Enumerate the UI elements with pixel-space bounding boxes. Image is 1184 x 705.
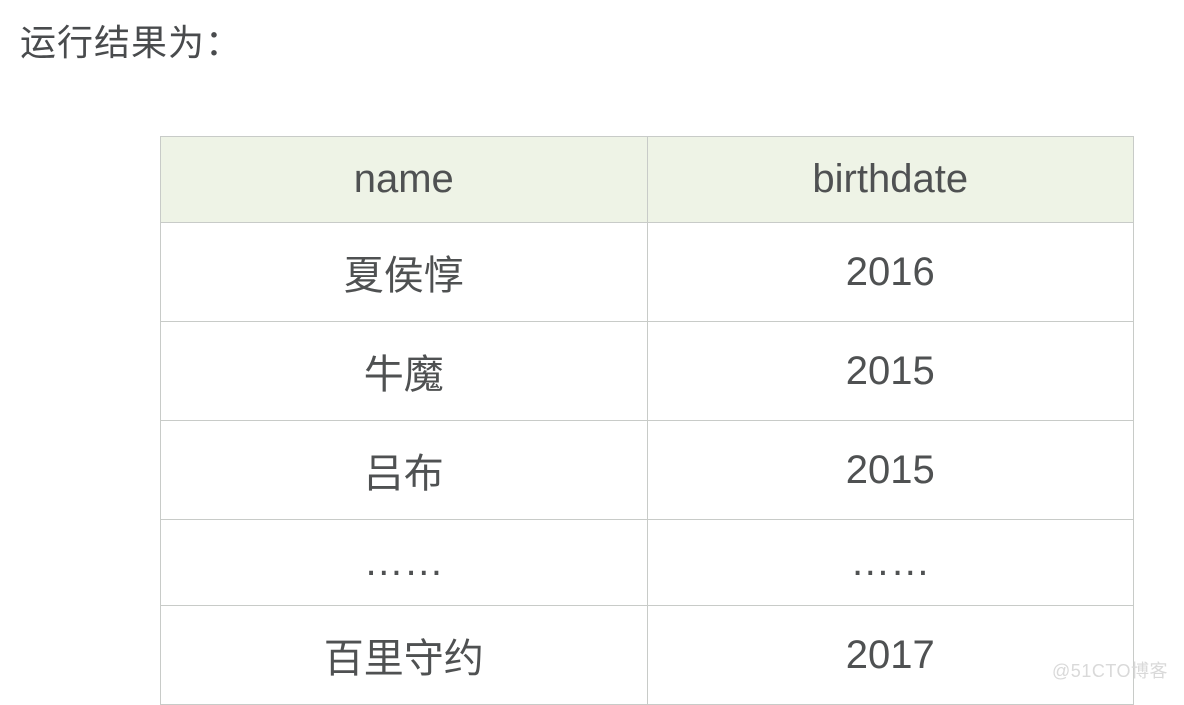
- table-row: 吕布 2015: [161, 421, 1134, 520]
- table-row: 牛魔 2015: [161, 322, 1134, 421]
- intro-text: 运行结果为：: [20, 14, 1164, 66]
- col-header-birthdate: birthdate: [647, 137, 1134, 223]
- table-row: 百里守约 2017: [161, 606, 1134, 705]
- result-table: name birthdate 夏侯惇 2016 牛魔 2015 吕布 2015 …: [160, 136, 1134, 705]
- cell-birthdate: 2016: [647, 223, 1134, 322]
- cell-name: 吕布: [161, 421, 648, 520]
- table-row: 夏侯惇 2016: [161, 223, 1134, 322]
- table-header-row: name birthdate: [161, 137, 1134, 223]
- cell-birthdate: ……: [647, 520, 1134, 606]
- cell-name: ……: [161, 520, 648, 606]
- result-table-container: name birthdate 夏侯惇 2016 牛魔 2015 吕布 2015 …: [20, 136, 1164, 705]
- cell-birthdate: 2017: [647, 606, 1134, 705]
- cell-birthdate: 2015: [647, 421, 1134, 520]
- cell-name: 夏侯惇: [161, 223, 648, 322]
- col-header-name: name: [161, 137, 648, 223]
- watermark: @51CTO博客: [1052, 657, 1168, 683]
- cell-name: 牛魔: [161, 322, 648, 421]
- cell-name: 百里守约: [161, 606, 648, 705]
- table-row: …… ……: [161, 520, 1134, 606]
- cell-birthdate: 2015: [647, 322, 1134, 421]
